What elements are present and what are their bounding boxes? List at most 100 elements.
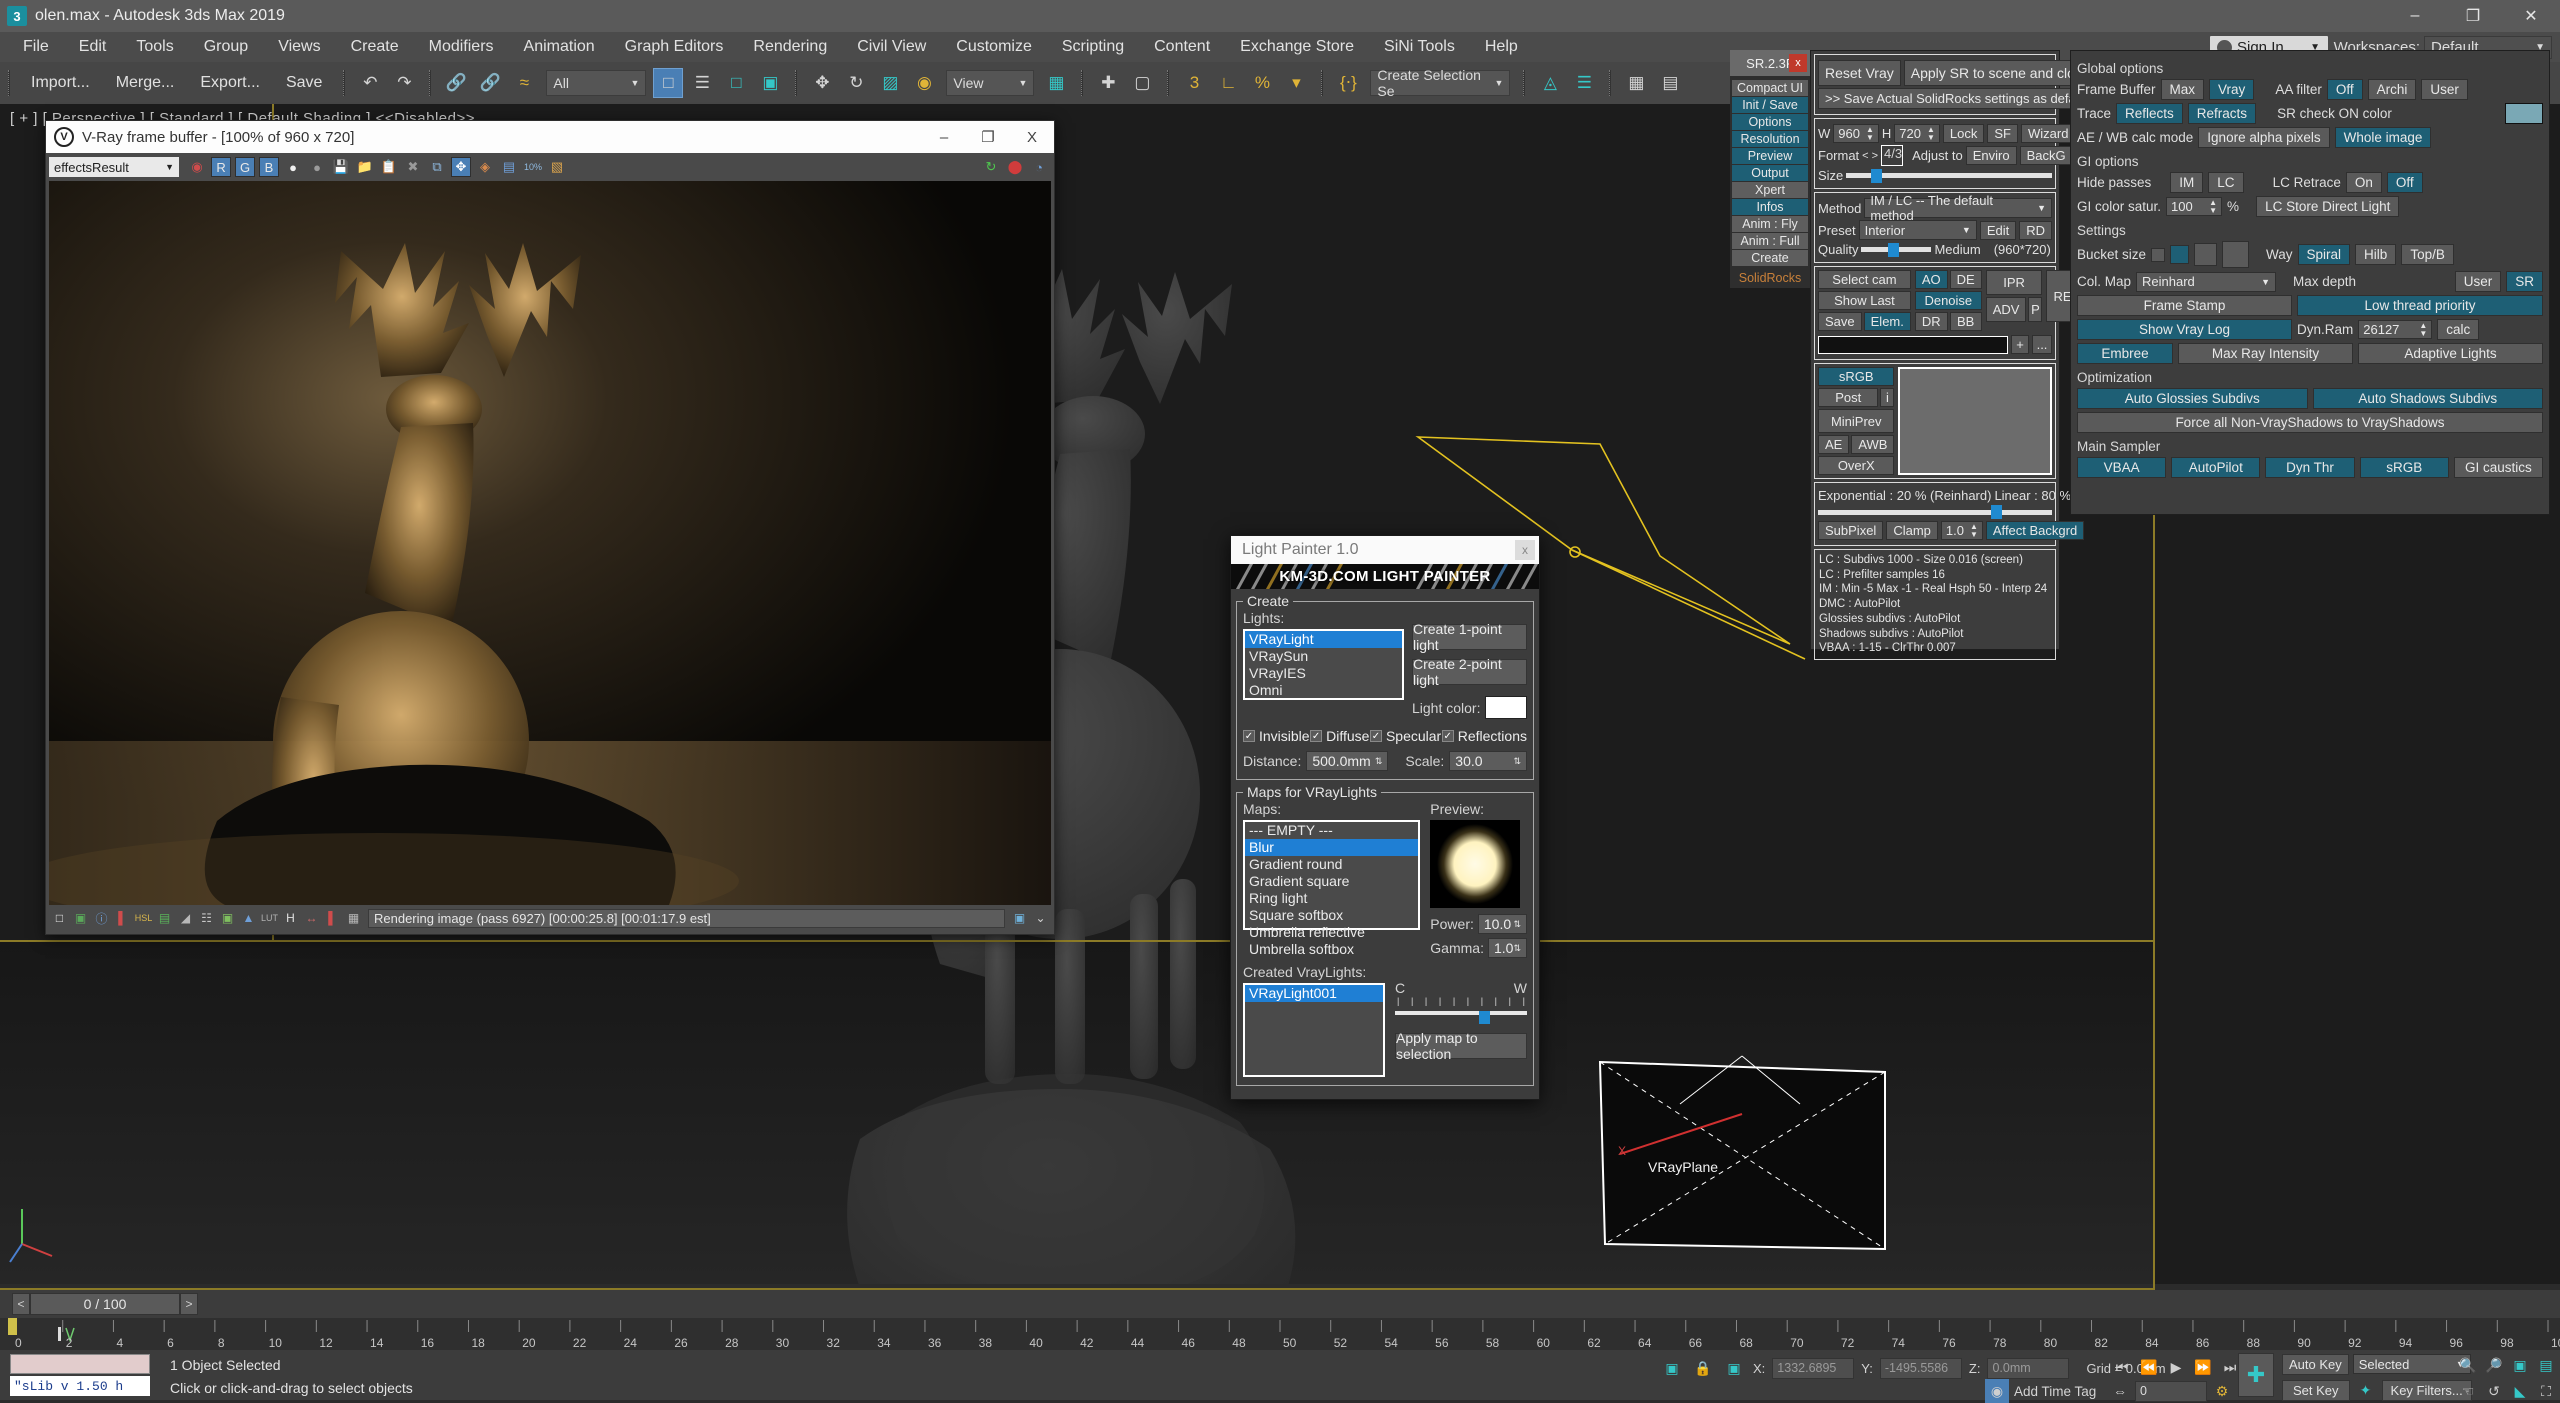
aa-filter-user-button[interactable]: User [2421, 79, 2468, 100]
ae-button[interactable]: AE [1818, 435, 1850, 454]
color-mapping-select[interactable]: Reinhard ▼ [2136, 271, 2277, 292]
snaps-toggle-icon[interactable]: ✚ [1093, 68, 1123, 98]
crop-icon[interactable]: ▣ [219, 909, 236, 928]
render-last-icon[interactable]: ◈ [475, 156, 495, 178]
track-bar[interactable]: 0 2 4 6 8 10 12 14 16 18 20 22 24 26 28 30 32 34 36 38 40 42 4… [0, 1318, 2560, 1350]
apply-sr-button[interactable]: Apply SR to scene and close [1903, 60, 2097, 86]
format-next-button[interactable]: > [1872, 150, 1878, 162]
maxscript-mini-listener-input[interactable]: "sLib v 1.50 h [10, 1376, 150, 1396]
apply-map-to-selection-button[interactable]: Apply map to selection [1395, 1030, 1527, 1062]
method-select[interactable]: IM / LC -- The default method ▼ [1864, 193, 2052, 223]
duplicate-vfb-icon[interactable]: ⧉ [427, 156, 447, 178]
specular-checkbox[interactable]: ✓ Specular [1369, 728, 1441, 744]
awb-button[interactable]: AWB [1851, 435, 1895, 454]
next-frame-icon[interactable]: ⏩ [2191, 1355, 2215, 1379]
format-value-field[interactable]: 4/3 [1881, 145, 1904, 166]
key-mode-select[interactable]: Selected ▼ [2352, 1354, 2471, 1374]
lock-aspect-button[interactable]: Lock [1942, 124, 1985, 143]
hsl-icon[interactable]: HSL [135, 909, 153, 928]
clipboard-icon[interactable]: 📋 [379, 156, 399, 178]
lights-list-item[interactable]: VRayLight [1245, 631, 1402, 648]
vray-frame-buffer-window[interactable]: V V-Ray frame buffer - [100% of 960 x 72… [45, 120, 1055, 935]
spinner-snap-icon[interactable]: ▾ [1281, 68, 1311, 98]
vfb-maximize-button[interactable]: ❐ [966, 121, 1010, 153]
auto-key-button[interactable]: Auto Key [2282, 1354, 2349, 1375]
sr-check-color-swatch[interactable] [2505, 103, 2543, 124]
sr-tab-options[interactable]: Options [1732, 114, 1808, 130]
vbaa-button[interactable]: VBAA [2077, 457, 2167, 478]
dyn-thr-button[interactable]: Dyn Thr [2265, 457, 2355, 478]
set-key-button[interactable]: Set Key [2282, 1379, 2350, 1401]
chevron-double-down-icon[interactable]: ⌄ [1032, 909, 1049, 928]
light-color-swatch[interactable] [1485, 696, 1527, 719]
low-thread-priority-button[interactable]: Low thread priority [2297, 295, 2543, 316]
menu-item-edit[interactable]: Edit [64, 32, 122, 62]
field-of-view-icon[interactable]: ◣ [2508, 1379, 2532, 1403]
menu-item-group[interactable]: Group [189, 32, 263, 62]
lc-retrace-on-button[interactable]: On [2345, 172, 2382, 193]
adjust-enviro-button[interactable]: Enviro [1965, 146, 2017, 165]
lock-icon[interactable]: 🔒 [1691, 1356, 1715, 1380]
preset-rd-button[interactable]: RD [2019, 220, 2052, 240]
menu-item-tools[interactable]: Tools [121, 32, 188, 62]
adjust-backg-button[interactable]: BackG [2019, 146, 2073, 165]
undo-icon[interactable]: ↶ [355, 68, 385, 98]
hide-passes-im-button[interactable]: IM [2170, 172, 2204, 193]
gi-color-saturation-input[interactable]: 100 ▲ ▼ [2166, 197, 2223, 216]
percent-snap-icon[interactable]: % [1247, 68, 1277, 98]
menu-item-modifiers[interactable]: Modifiers [414, 32, 509, 62]
invisible-checkbox[interactable]: ✓ Invisible [1243, 728, 1310, 744]
lights-list-item[interactable]: Omni [1245, 682, 1402, 699]
diffuse-checkbox[interactable]: ✓ Diffuse [1310, 728, 1369, 744]
sr-tab-anim-fly[interactable]: Anim : Fly [1732, 216, 1808, 232]
use-pivot-point-center-icon[interactable]: ▦ [1041, 68, 1071, 98]
stop-render-icon[interactable]: ⬤ [1005, 156, 1025, 178]
3d-snap-icon[interactable]: 3 [1179, 68, 1209, 98]
light-painter-dialog[interactable]: Light Painter 1.0 x KM-3D.COM LIGHT PAIN… [1230, 535, 1540, 1100]
zoom-all-icon[interactable]: 🔎 [2482, 1353, 2506, 1377]
curve-editor-icon[interactable]: ▤ [1655, 68, 1685, 98]
clear-image-icon[interactable]: ✖ [403, 156, 423, 178]
quick-export-button[interactable]: Export... [187, 74, 273, 92]
frame-stamp-button[interactable]: Frame Stamp [2077, 295, 2292, 316]
auto-glossies-subdivs-button[interactable]: Auto Glossies Subdivs [2077, 388, 2308, 409]
width-input[interactable]: 960 ▲ ▼ [1833, 124, 1879, 143]
mini-preview-area[interactable] [1898, 367, 2052, 475]
aa-filter-off-button[interactable]: Off [2326, 79, 2363, 100]
red-channel-icon[interactable]: R [211, 157, 231, 177]
levels-icon[interactable]: ▌ [114, 909, 131, 928]
percent-zoom-icon[interactable]: 10% [523, 156, 543, 178]
load-image-icon[interactable]: 📁 [355, 156, 375, 178]
distance-input[interactable]: 500.0mm ⇅ [1306, 751, 1389, 771]
gi-caustics-button[interactable]: GI caustics [2453, 457, 2544, 478]
maps-list-item[interactable]: Square softbox [1245, 907, 1418, 924]
select-and-manipulate-icon[interactable]: ▢ [1127, 68, 1157, 98]
color-temperature-slider[interactable] [1395, 1011, 1527, 1024]
max-depth-sr-button[interactable]: SR [2506, 271, 2543, 292]
save-image-icon[interactable]: 💾 [331, 156, 351, 178]
key-filter-toggle-icon[interactable]: ✦ [2354, 1378, 2378, 1402]
select-by-name-icon[interactable]: ☰ [687, 68, 717, 98]
preset-select[interactable]: Interior ▼ [1858, 220, 1977, 240]
y-coordinate-input[interactable]: -1495.5586 [1879, 1357, 1962, 1379]
affect-background-button[interactable]: Affect Backgrd [1985, 521, 2085, 540]
close-icon[interactable]: x [1515, 540, 1535, 560]
create-2-point-light-button[interactable]: Create 2-point light [1412, 656, 1527, 688]
add-time-tag-row[interactable]: ◉ Add Time Tag [1985, 1379, 2096, 1403]
adaptive-lights-button[interactable]: Adaptive Lights [2358, 343, 2543, 364]
selection-lock-icon[interactable]: ▣ [1660, 1356, 1684, 1380]
colormapping-slider[interactable] [1818, 505, 2052, 519]
lights-list-item[interactable]: VRaySun [1245, 648, 1402, 665]
filmic-icon[interactable]: ☷ [198, 909, 215, 928]
current-frame-display[interactable]: 0 / 100 [30, 1293, 180, 1315]
way-hilbert-button[interactable]: Hilb [2355, 244, 2397, 265]
browse-path-button[interactable]: ... [2032, 335, 2052, 354]
output-path-input[interactable] [1818, 335, 2008, 354]
rectangular-selection-region-icon[interactable]: □ [721, 68, 751, 98]
zoom-region-icon[interactable]: ▤ [2534, 1353, 2558, 1377]
sr-tab-resolution[interactable]: Resolution [1732, 131, 1808, 147]
unlink-icon[interactable]: 🔗 [475, 68, 505, 98]
way-spiral-button[interactable]: Spiral [2297, 244, 2351, 265]
blue-channel-icon[interactable]: B [259, 157, 279, 177]
info-button[interactable]: i [1880, 388, 1895, 407]
